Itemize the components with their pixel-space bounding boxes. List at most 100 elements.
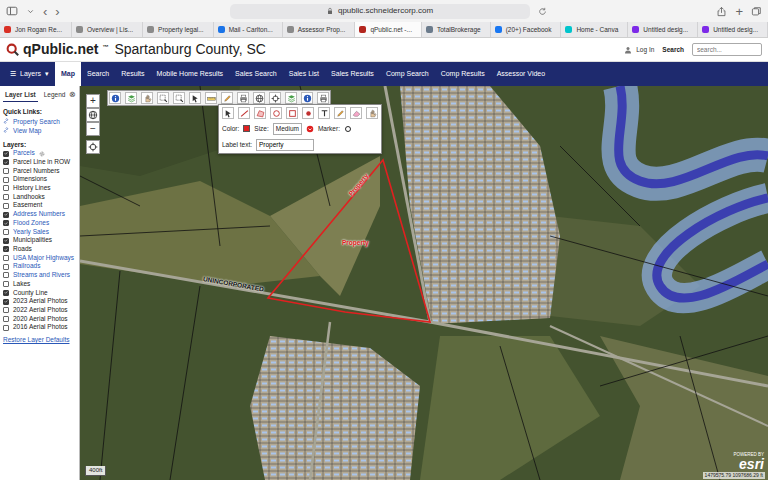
nav-item[interactable]: Search [81, 62, 115, 86]
address-bar[interactable]: qpublic.schneidercorp.com [230, 4, 530, 19]
tool-button[interactable] [285, 92, 297, 104]
layer-checkbox[interactable] [3, 177, 9, 183]
browser-tab[interactable]: Assessor Prop... [283, 22, 356, 37]
layer-label[interactable]: Yearly Sales [13, 228, 49, 237]
layer-item[interactable]: Address Numbers [3, 210, 76, 219]
layer-item[interactable]: Easement [3, 201, 76, 210]
draw-tool-button[interactable] [350, 107, 362, 119]
browser-tab[interactable]: (20+) Facebook [491, 22, 562, 37]
layer-checkbox[interactable] [3, 229, 9, 235]
layer-checkbox[interactable] [3, 299, 9, 305]
nav-item[interactable]: Assessor Video [491, 62, 552, 86]
browser-tab[interactable]: qPublic.net -... [355, 22, 422, 37]
chevron-down-icon[interactable] [26, 7, 35, 16]
layer-checkbox[interactable] [3, 185, 9, 191]
nav-item[interactable]: Sales Results [325, 62, 380, 86]
quick-link[interactable]: Property Search [3, 117, 76, 126]
layer-item[interactable]: Parcel Line in ROW [3, 158, 76, 167]
layer-checkbox[interactable] [3, 307, 9, 313]
layer-item[interactable]: Parcels [3, 149, 76, 158]
tool-button[interactable] [221, 92, 233, 104]
draw-tool-button[interactable] [366, 107, 378, 119]
draw-tool-button[interactable] [238, 107, 250, 119]
draw-tool-button[interactable] [302, 107, 314, 119]
browser-tab[interactable]: Overview | Lis... [72, 22, 143, 37]
layer-item[interactable]: 2016 Aerial Photos [3, 323, 76, 332]
quick-link[interactable]: View Map [3, 126, 76, 135]
layer-checkbox[interactable] [3, 316, 9, 322]
layer-label[interactable]: Flood Zones [13, 219, 49, 228]
label-text-input[interactable] [256, 139, 314, 151]
tool-button[interactable] [157, 92, 169, 104]
layer-checkbox[interactable] [3, 220, 9, 226]
layer-item[interactable]: USA Major Highways [3, 254, 76, 263]
layer-checkbox[interactable] [3, 238, 9, 244]
tool-button[interactable] [237, 92, 249, 104]
browser-tab[interactable]: Untitled desig... [698, 22, 768, 37]
browser-tab[interactable]: Mail - Carlton... [214, 22, 283, 37]
layer-checkbox[interactable] [3, 159, 9, 165]
nav-item[interactable]: Map [55, 62, 81, 86]
tool-button[interactable] [253, 92, 265, 104]
draw-tool-button[interactable] [286, 107, 298, 119]
layer-label[interactable]: Streams and Rivers [13, 271, 70, 280]
nav-item[interactable]: Sales List [283, 62, 325, 86]
tool-button[interactable] [125, 92, 137, 104]
layer-item[interactable]: 2023 Aerial Photos [3, 297, 76, 306]
sidebar-tab[interactable]: Legend [42, 89, 68, 102]
draw-tool-button[interactable] [254, 107, 266, 119]
aerial-map[interactable] [80, 86, 768, 480]
globe-button[interactable] [86, 108, 100, 122]
share-icon[interactable] [716, 6, 727, 17]
layer-checkbox[interactable] [3, 255, 9, 261]
layer-label[interactable]: Address Numbers [13, 210, 65, 219]
layer-item[interactable]: Streams and Rivers [3, 271, 76, 280]
locate-button[interactable] [86, 140, 100, 154]
layer-item[interactable]: Parcel Numbers [3, 167, 76, 176]
sidebar-tab[interactable]: Layer List [3, 89, 38, 102]
site-logo[interactable]: qPublic.net™ [6, 39, 108, 60]
layer-item[interactable]: Municipalities [3, 236, 76, 245]
new-tab-button[interactable]: + [735, 5, 743, 18]
tool-button[interactable] [141, 92, 153, 104]
tool-button[interactable] [189, 92, 201, 104]
layer-checkbox[interactable] [3, 281, 9, 287]
layer-item[interactable]: 2020 Aerial Photos [3, 315, 76, 324]
color-swatch[interactable] [243, 125, 250, 132]
draw-tool-button[interactable] [318, 107, 330, 119]
nav-item[interactable]: Mobile Home Results [151, 62, 230, 86]
layer-label[interactable]: Parcels [13, 149, 35, 158]
tool-button[interactable] [173, 92, 185, 104]
size-select[interactable]: Medium [273, 123, 302, 135]
layer-label[interactable]: Railroads [13, 262, 40, 271]
layer-item[interactable]: History Lines [3, 184, 76, 193]
nav-item[interactable]: Comp Search [380, 62, 435, 86]
layer-item[interactable]: Dimensions [3, 175, 76, 184]
layer-checkbox[interactable] [3, 290, 9, 296]
back-button[interactable]: ‹ [43, 5, 47, 18]
marker-circle-icon[interactable] [344, 125, 352, 133]
dropdown-icon[interactable] [306, 125, 314, 133]
layer-item[interactable]: 2022 Aerial Photos [3, 306, 76, 315]
layer-checkbox[interactable] [3, 272, 9, 278]
close-button[interactable]: ⊗ [69, 91, 76, 99]
layer-item[interactable]: Roads [3, 245, 76, 254]
layer-checkbox[interactable] [3, 151, 9, 157]
layer-item[interactable]: Yearly Sales [3, 228, 76, 237]
layer-label[interactable]: USA Major Highways [13, 254, 74, 263]
layer-item[interactable]: Landhooks [3, 193, 76, 202]
sidebar-icon[interactable] [6, 5, 18, 17]
layer-checkbox[interactable] [3, 325, 9, 331]
zoom-in-button[interactable]: + [86, 94, 100, 108]
restore-defaults-link[interactable]: Restore Layer Defaults [3, 335, 76, 345]
browser-tab[interactable]: TotalBrokerage [422, 22, 491, 37]
map-view[interactable]: +−Color:Size:MediumMarker:Label text:UNI… [80, 86, 768, 480]
gear-icon[interactable] [39, 151, 45, 157]
layer-checkbox[interactable] [3, 246, 9, 252]
tabs-overview-icon[interactable] [751, 6, 762, 17]
layer-item[interactable]: Railroads [3, 262, 76, 271]
login-link[interactable]: Log In [624, 45, 654, 55]
browser-tab[interactable]: Home - Canva [561, 22, 628, 37]
layer-checkbox[interactable] [3, 203, 9, 209]
browser-tab[interactable]: Jon Rogan Re... [0, 22, 72, 37]
